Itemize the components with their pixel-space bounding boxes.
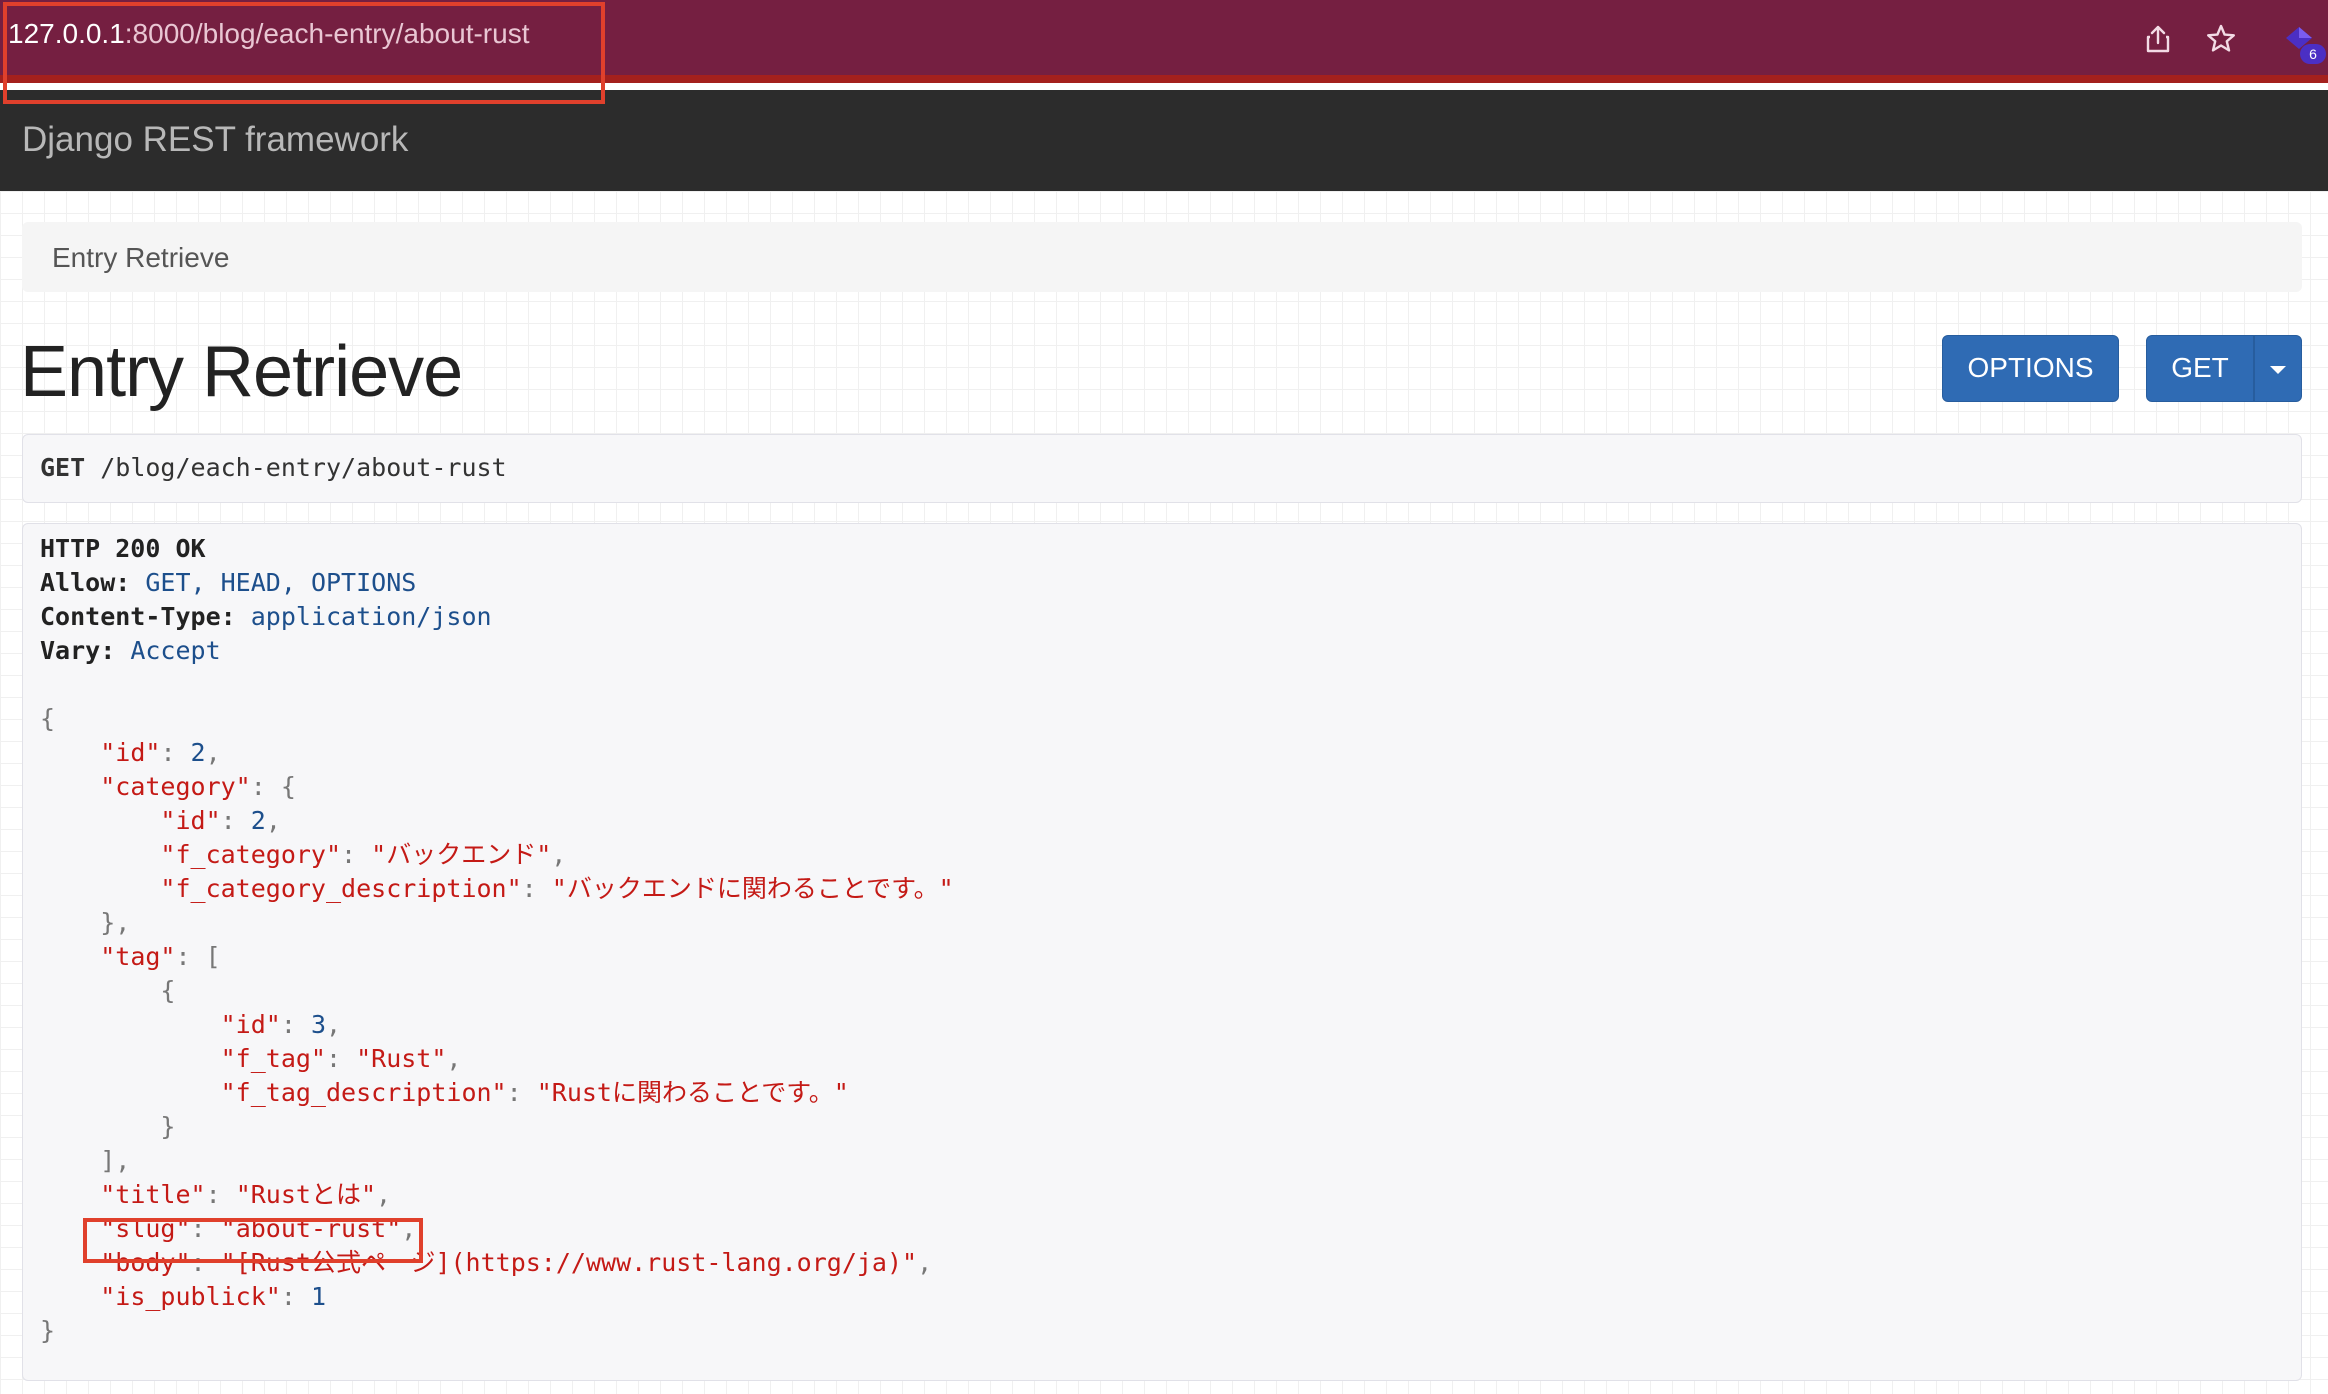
json-value: 2 (250, 806, 266, 835)
breadcrumb: Entry Retrieve (22, 222, 2302, 292)
header-value: GET, HEAD, OPTIONS (145, 568, 417, 597)
json-line: "id": 2, (160, 806, 281, 835)
page: 127.0.0.1:8000/blog/each-entry/about-rus… (0, 0, 2328, 1394)
json-line: } (40, 1110, 175, 1144)
json-value: "バックエンドに関わることです。" (551, 874, 954, 903)
json-value: 3 (310, 1010, 327, 1039)
json-value: "Rustとは" (235, 1180, 376, 1209)
json-value: "Rustに関わることです。" (536, 1078, 849, 1107)
json-key: "id" (220, 1010, 281, 1039)
json-line: { (40, 702, 55, 736)
json-punc: { (280, 772, 296, 801)
json-value: "バックエンド" (371, 840, 552, 869)
slug-highlight-box (83, 1218, 423, 1263)
header-key: Content-Type: (40, 602, 236, 631)
json-line: "title": "Rustとは", (100, 1180, 392, 1209)
header-value: Accept (130, 636, 221, 665)
json-value: 2 (190, 738, 206, 767)
json-punc: [ (205, 942, 221, 971)
json-line: { (40, 974, 175, 1008)
header-key: Allow: (40, 568, 131, 597)
options-button[interactable]: OPTIONS (1942, 335, 2119, 402)
extension-badge: 6 (2300, 44, 2326, 64)
header-value: application/json (250, 602, 492, 631)
json-key: "f_tag" (220, 1044, 326, 1073)
response-info: HTTP 200 OK Allow: GET, HEAD, OPTIONS Co… (22, 523, 2302, 1381)
json-line: "f_tag": "Rust", (220, 1044, 462, 1073)
json-punc: } (40, 1316, 56, 1345)
json-key: "is_publick" (100, 1282, 281, 1311)
json-line: ], (40, 1144, 130, 1178)
json-punc: { (160, 976, 176, 1005)
response-header-allow: Allow: GET, HEAD, OPTIONS (40, 566, 416, 600)
json-line: "f_category_description": "バックエンドに関わることで… (160, 874, 954, 903)
response-status: HTTP 200 OK (40, 534, 206, 563)
json-value: "Rust" (356, 1044, 447, 1073)
caret-down-icon (2270, 365, 2286, 374)
json-key: "f_category" (160, 840, 342, 869)
navbar: Django REST framework (0, 90, 2328, 191)
url-highlight-box (3, 2, 605, 104)
json-punc: ], (100, 1146, 131, 1175)
json-line: "id": 2, (100, 738, 221, 767)
json-key: "title" (100, 1180, 206, 1209)
json-line: "category": { (100, 772, 296, 801)
json-punc: }, (100, 908, 131, 937)
breadcrumb-item[interactable]: Entry Retrieve (52, 242, 229, 274)
json-key: "id" (100, 738, 161, 767)
json-line: } (40, 1314, 55, 1348)
json-value: 1 (310, 1282, 327, 1311)
get-format-dropdown-button[interactable] (2254, 335, 2302, 402)
request-info: GET /blog/each-entry/about-rust (22, 434, 2302, 503)
json-key: "tag" (100, 942, 176, 971)
json-line: "is_publick": 1 (100, 1282, 327, 1311)
json-punc: { (40, 704, 56, 733)
json-line: "id": 3, (220, 1010, 342, 1039)
get-button[interactable]: GET (2146, 335, 2254, 402)
json-key: "id" (160, 806, 221, 835)
header-key: Vary: (40, 636, 116, 665)
json-line: "f_category": "バックエンド", (160, 840, 567, 869)
json-key: "f_tag_description" (220, 1078, 507, 1107)
response-header-content-type: Content-Type: application/json (40, 600, 492, 634)
request-path: /blog/each-entry/about-rust (100, 453, 507, 482)
json-line: "f_tag_description": "Rustに関わることです。" (220, 1078, 849, 1107)
json-punc: } (160, 1112, 176, 1141)
json-key: "category" (100, 772, 251, 801)
response-header-vary: Vary: Accept (40, 634, 221, 668)
json-line: "tag": [ (100, 942, 221, 971)
star-icon[interactable] (2204, 22, 2238, 56)
main-content: Entry Retrieve Entry Retrieve OPTIONS GE… (0, 191, 2328, 1394)
json-line: }, (40, 906, 130, 940)
json-key: "f_category_description" (160, 874, 522, 903)
share-icon[interactable] (2141, 22, 2175, 56)
navbar-brand[interactable]: Django REST framework (22, 120, 408, 160)
page-title: Entry Retrieve (20, 332, 463, 412)
request-method: GET (40, 453, 86, 482)
